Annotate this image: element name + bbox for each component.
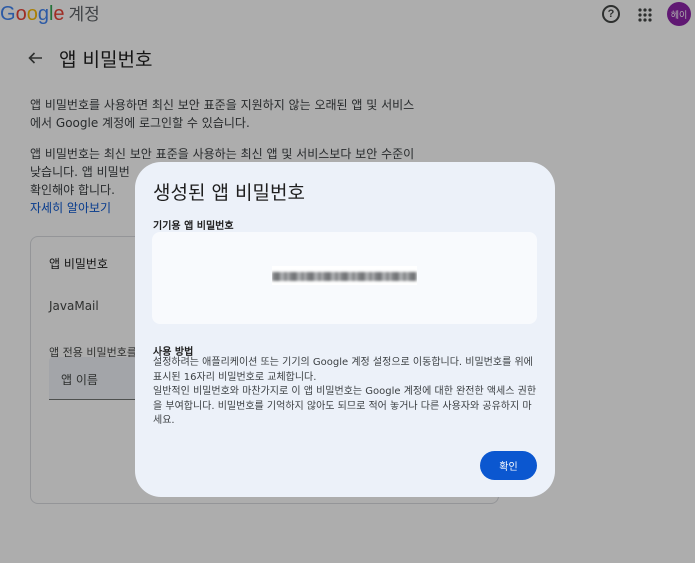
dialog-title: 생성된 앱 비밀번호 — [153, 182, 305, 204]
confirm-button[interactable]: 확인 — [480, 451, 537, 480]
usage-instructions: 설정하려는 애플리케이션 또는 기기의 Google 계정 설정으로 이동합니다… — [153, 357, 537, 426]
password-box — [152, 232, 537, 324]
page: Google 계정 ? 헤이 앱 비밀번호 앱 비밀번호를 사용하면 최신 보안 … — [0, 0, 695, 563]
generated-password-dialog: 생성된 앱 비밀번호 기기용 앱 비밀번호 사용 방법 설정하려는 애플리케이션… — [135, 162, 555, 497]
redacted-password — [272, 266, 417, 285]
dialog-subtitle: 기기용 앱 비밀번호 — [153, 221, 234, 232]
